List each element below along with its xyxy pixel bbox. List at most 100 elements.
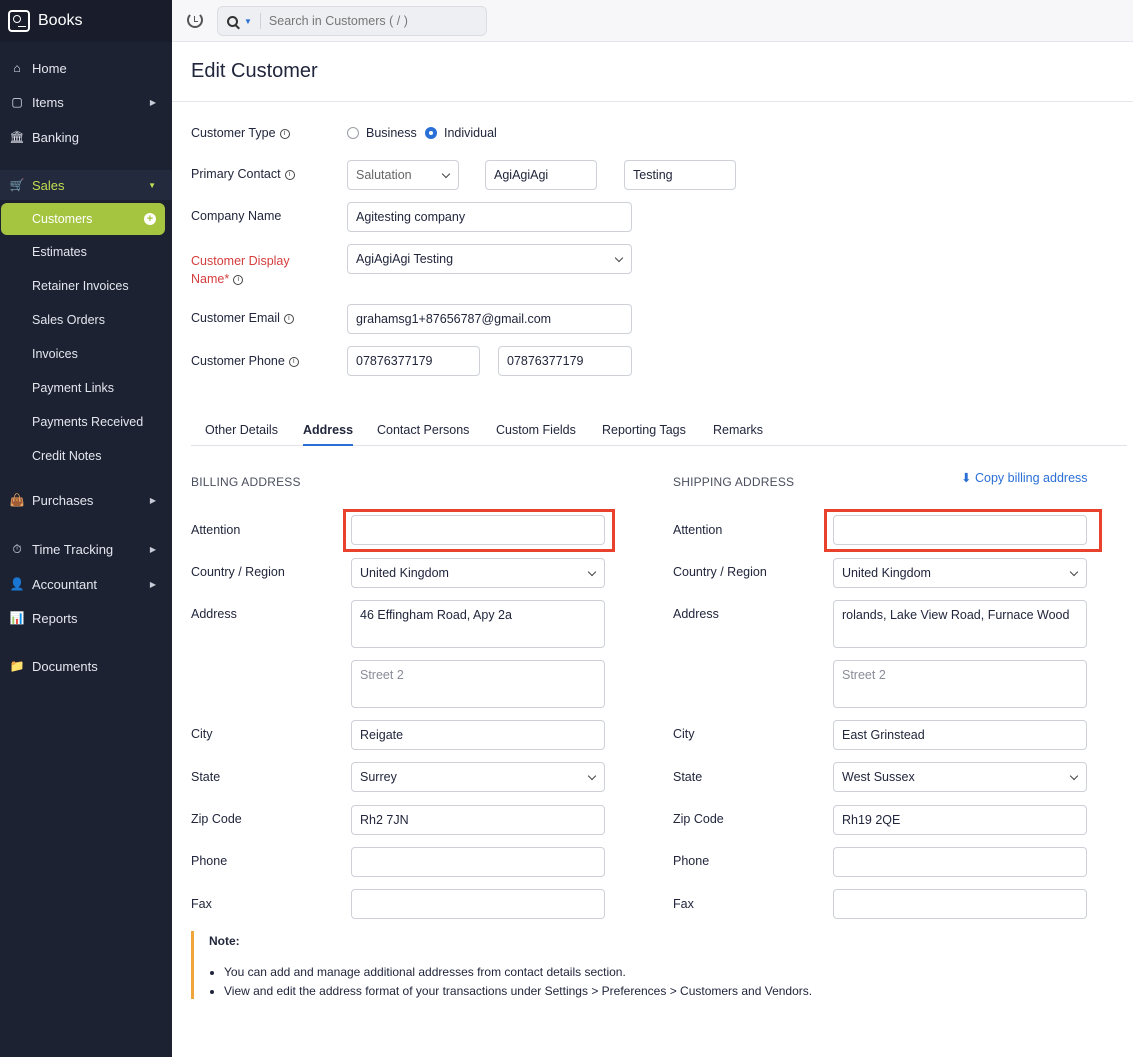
billing-country-select[interactable]: United Kingdom xyxy=(351,558,605,588)
tab-custom-fields[interactable]: Custom Fields xyxy=(496,423,576,446)
shipping-zip-label: Zip Code xyxy=(673,812,724,826)
tab-remarks[interactable]: Remarks xyxy=(713,423,763,446)
company-name-field[interactable]: Agitesting company xyxy=(347,202,632,232)
display-name-label: Customer Display Name* i xyxy=(191,252,290,288)
sidebar-item-banking[interactable]: 🏛 Banking xyxy=(0,122,172,152)
recent-history-icon[interactable] xyxy=(187,12,203,28)
info-icon[interactable]: i xyxy=(288,356,299,367)
sidebar-item-label: Documents xyxy=(32,658,98,674)
billing-city-field[interactable]: Reigate xyxy=(351,720,605,750)
divider xyxy=(259,13,261,29)
sidebar-item-invoices[interactable]: Invoices xyxy=(0,339,172,369)
sidebar-item-label: Home xyxy=(32,60,67,76)
chevron-down-icon[interactable]: ▼ xyxy=(244,17,252,26)
info-icon[interactable]: i xyxy=(284,169,295,180)
sidebar-item-home[interactable]: ⌂ Home xyxy=(0,53,172,83)
billing-street1-field[interactable]: 46 Effingham Road, Apy 2a xyxy=(351,600,605,648)
sidebar-item-label: Sales Orders xyxy=(32,313,105,327)
shipping-zip-field[interactable]: Rh19 2QE xyxy=(833,805,1087,835)
tab-other-details[interactable]: Other Details xyxy=(205,423,278,446)
app-name: Books xyxy=(38,12,83,29)
primary-contact-label: Primary Contact i xyxy=(191,167,295,181)
sidebar-item-credit-notes[interactable]: Credit Notes xyxy=(0,441,172,471)
add-customer-icon[interactable]: + xyxy=(144,213,156,225)
sidebar-item-accountant[interactable]: 👤 Accountant ▶ xyxy=(0,569,172,599)
items-icon: ▢ xyxy=(11,95,23,109)
billing-street2-field[interactable] xyxy=(351,660,605,708)
shipping-city-field[interactable]: East Grinstead xyxy=(833,720,1087,750)
radio-individual[interactable]: Individual xyxy=(425,126,497,140)
mobile-phone-field[interactable]: 07876377179 xyxy=(498,346,632,376)
sidebar-item-reports[interactable]: 📊 Reports xyxy=(0,603,172,633)
sidebar-item-sales-orders[interactable]: Sales Orders xyxy=(0,305,172,335)
info-icon[interactable]: i xyxy=(233,274,244,285)
sidebar-item-label: Sales xyxy=(32,177,65,193)
display-name-select[interactable]: AgiAgiAgi Testing xyxy=(347,244,632,274)
sidebar-item-retainer-invoices[interactable]: Retainer Invoices xyxy=(0,271,172,301)
field-value: AgiAgiAgi xyxy=(494,168,549,182)
sidebar-item-purchases[interactable]: 👜 Purchases ▶ xyxy=(0,485,172,515)
sidebar-item-time-tracking[interactable]: ⏱ Time Tracking ▶ xyxy=(0,534,172,564)
brand[interactable]: Books xyxy=(0,0,172,42)
chevron-down-icon xyxy=(614,253,624,263)
tab-reporting-tags[interactable]: Reporting Tags xyxy=(602,423,686,446)
expand-arrow-icon: ▶ xyxy=(149,97,156,107)
sidebar-item-label: Time Tracking xyxy=(32,541,114,557)
billing-fax-field[interactable] xyxy=(351,889,605,919)
info-icon[interactable]: i xyxy=(283,313,294,324)
field-value: Reigate xyxy=(360,728,404,742)
radio-button-checked[interactable] xyxy=(425,127,437,139)
sidebar-item-estimates[interactable]: Estimates xyxy=(0,237,172,267)
billing-city-label: City xyxy=(191,727,213,741)
expand-arrow-icon: ▶ xyxy=(149,579,156,589)
sidebar-item-customers[interactable]: Customers + xyxy=(1,203,165,235)
sidebar-item-payments-received[interactable]: Payments Received xyxy=(0,407,172,437)
highlight-box xyxy=(824,509,1102,552)
field-value: Rh2 7JN xyxy=(360,813,409,827)
shipping-street1-field[interactable]: rolands, Lake View Road, Furnace Wood xyxy=(833,600,1087,648)
shipping-fax-field[interactable] xyxy=(833,889,1087,919)
search-icon[interactable] xyxy=(227,15,238,27)
shipping-state-select[interactable]: West Sussex xyxy=(833,762,1087,792)
sidebar-item-sales[interactable]: 🛒 Sales ▼ xyxy=(0,170,172,200)
bank-icon: 🏛 xyxy=(9,130,25,144)
search-input[interactable] xyxy=(268,14,479,28)
billing-phone-field[interactable] xyxy=(351,847,605,877)
field-value: Testing xyxy=(633,168,673,182)
shipping-street2-field[interactable] xyxy=(833,660,1087,708)
billing-attention-label: Attention xyxy=(191,523,241,537)
note-item: View and edit the address format of your… xyxy=(224,982,812,1001)
first-name-field[interactable]: AgiAgiAgi xyxy=(485,160,597,190)
sidebar-item-label: Retainer Invoices xyxy=(32,279,129,293)
work-phone-field[interactable]: 07876377179 xyxy=(347,346,480,376)
billing-zip-label: Zip Code xyxy=(191,812,242,826)
sidebar-item-label: Customers xyxy=(32,212,93,226)
label-text: Customer Display xyxy=(191,254,290,268)
highlight-box xyxy=(343,509,615,552)
chevron-down-icon xyxy=(441,169,451,179)
link-label: Copy billing address xyxy=(974,471,1088,485)
sidebar-item-label: Banking xyxy=(32,129,79,145)
tab-address[interactable]: Address xyxy=(303,423,354,446)
sidebar-item-payment-links[interactable]: Payment Links xyxy=(0,373,172,403)
last-name-field[interactable]: Testing xyxy=(624,160,736,190)
customer-type-label: Customer Type i xyxy=(191,126,290,140)
tab-contact-persons[interactable]: Contact Persons xyxy=(377,423,469,446)
shipping-phone-field[interactable] xyxy=(833,847,1087,877)
sidebar-item-documents[interactable]: 📁 Documents xyxy=(0,651,172,681)
radio-button[interactable] xyxy=(347,127,359,139)
billing-zip-field[interactable]: Rh2 7JN xyxy=(351,805,605,835)
customer-email-label: Customer Email i xyxy=(191,311,294,325)
billing-state-select[interactable]: Surrey xyxy=(351,762,605,792)
billing-phone-label: Phone xyxy=(191,854,228,868)
shipping-country-select[interactable]: United Kingdom xyxy=(833,558,1087,588)
email-field[interactable]: grahamsg1+87656787@gmail.com xyxy=(347,304,632,334)
sidebar-item-label: Reports xyxy=(32,610,78,626)
sidebar-item-items[interactable]: ▢ Items ▶ xyxy=(0,87,172,117)
salutation-select[interactable]: Salutation xyxy=(347,160,459,190)
search-box[interactable]: ▼ xyxy=(217,6,487,36)
note-list: You can add and manage additional addres… xyxy=(224,963,812,1001)
copy-billing-address-link[interactable]: ⬇ Copy billing address xyxy=(961,470,1088,485)
info-icon[interactable]: i xyxy=(279,128,290,139)
radio-business[interactable]: Business xyxy=(347,126,417,140)
